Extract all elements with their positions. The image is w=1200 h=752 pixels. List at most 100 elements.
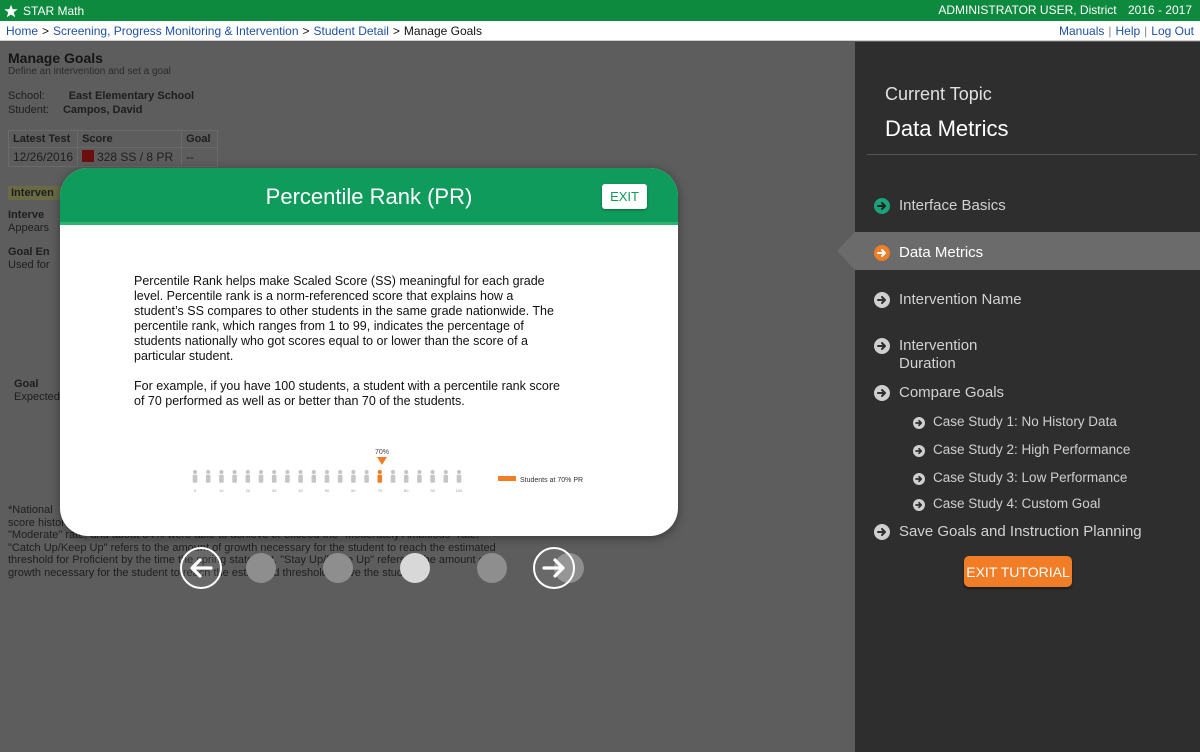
tick-label: 0: [194, 488, 197, 493]
topic-intervention-duration[interactable]: Intervention Duration: [874, 337, 977, 373]
col-latest-test: Latest Test: [7, 130, 79, 148]
person-icon: [192, 469, 198, 483]
person-icon: [258, 469, 264, 483]
appears-label: Appears: [8, 222, 49, 234]
arrow-circle-icon: [913, 473, 925, 485]
slide-dot[interactable]: [477, 553, 507, 583]
goal-end-label: Goal En: [8, 246, 50, 258]
score-cell: 328 SS / 8 PR: [77, 147, 183, 167]
person-icon: [311, 469, 317, 483]
exit-tutorial-button[interactable]: EXIT TUTORIAL: [964, 556, 1072, 587]
person-icon: [377, 469, 383, 483]
tick-label: 20: [246, 488, 251, 493]
legend-label: Students at 70% PR: [520, 477, 583, 484]
page-subtitle: Define an intervention and set a goal: [8, 66, 171, 77]
breadcrumb-bar: Home > Screening, Progress Monitoring & …: [0, 21, 1200, 41]
previous-slide-button[interactable]: [180, 547, 222, 589]
slide-dot[interactable]: [400, 553, 430, 583]
marker-label: 70%: [375, 449, 389, 456]
topic-case-study-4[interactable]: Case Study 4: Custom Goal: [913, 496, 1100, 511]
breadcrumb-current: Manage Goals: [403, 23, 482, 38]
app-logo: STAR Math: [0, 4, 84, 18]
tick-label: 70: [378, 488, 383, 493]
tutorial-panel: Current Topic Data Metrics Interface Bas…: [837, 42, 1200, 752]
tick-label: 100: [456, 488, 463, 493]
breadcrumb-student-detail[interactable]: Student Detail: [314, 24, 389, 38]
topic-compare-goals[interactable]: Compare Goals: [874, 384, 1004, 401]
current-arrow-icon: [874, 245, 890, 261]
topic-intervention-name[interactable]: Intervention Name: [874, 291, 1022, 308]
help-link[interactable]: Help: [1115, 24, 1140, 38]
top-links: Manuals | Help | Log Out: [1059, 24, 1194, 38]
current-topic-title: Data Metrics: [885, 116, 1009, 141]
modal-body: Percentile Rank helps make Scaled Score …: [134, 274, 564, 409]
modal-paragraph-1: Percentile Rank helps make Scaled Score …: [134, 274, 554, 363]
page-title: Manage Goals: [8, 50, 103, 66]
logout-link[interactable]: Log Out: [1151, 24, 1194, 38]
slide-dot[interactable]: [246, 553, 276, 583]
current-topic-label: Current Topic: [885, 84, 992, 104]
marker-arrow-icon: [377, 457, 387, 465]
used-for-label: Used for: [8, 259, 50, 271]
next-slide-button[interactable]: [533, 547, 575, 589]
star-logo-icon: [4, 4, 18, 17]
person-icon: [271, 469, 277, 483]
topic-case-study-3[interactable]: Case Study 3: Low Performance: [913, 470, 1127, 485]
school-row: School: East Elementary School: [8, 90, 195, 102]
tick-label: 90: [430, 488, 435, 493]
person-icon: [219, 469, 224, 483]
arrow-circle-icon: [913, 417, 925, 429]
topic-save-goals[interactable]: Save Goals and Instruction Planning: [874, 523, 1142, 540]
breadcrumb-separator: >: [392, 23, 400, 38]
active-topic-pointer: [837, 232, 855, 270]
school-name: East Elementary School: [68, 90, 195, 102]
student-row: Student: Campos, David: [8, 104, 143, 116]
school-year: 2016 - 2017: [1127, 3, 1192, 17]
slide-dot[interactable]: [323, 553, 353, 583]
arrow-circle-icon: [874, 338, 890, 354]
arrow-circle-icon: [874, 292, 890, 308]
arrow-circle-icon: [913, 499, 925, 511]
arrow-left-icon: [190, 558, 213, 578]
topic-case-study-2[interactable]: Case Study 2: High Performance: [913, 442, 1130, 457]
student-name: Campos, David: [62, 104, 143, 116]
person-icon: [285, 469, 290, 483]
person-icon: [232, 469, 237, 483]
user-name: ADMINISTRATOR USER, District: [938, 3, 1117, 17]
person-icon: [403, 469, 409, 483]
modal-paragraph-2: For example, if you have 100 students, a…: [134, 379, 560, 408]
percentile-rank-modal: Percentile Rank (PR) EXIT Percentile Ran…: [60, 168, 678, 536]
breadcrumb-screening[interactable]: Screening, Progress Monitoring & Interve…: [53, 24, 298, 38]
person-icon: [443, 469, 449, 483]
person-icon: [324, 469, 330, 483]
breadcrumb-separator: >: [42, 23, 50, 38]
person-icon: [417, 469, 422, 483]
topic-data-metrics[interactable]: Data Metrics: [874, 244, 983, 261]
legend-swatch: [498, 476, 516, 481]
modal-exit-button[interactable]: EXIT: [602, 184, 647, 209]
intervention-label: Interve: [8, 209, 45, 221]
manuals-link[interactable]: Manuals: [1059, 24, 1104, 38]
students-row: [192, 469, 462, 483]
person-icon: [351, 469, 356, 483]
tick-label: 10: [219, 488, 224, 493]
intervention-header: Interven: [8, 186, 68, 200]
person-icon: [456, 469, 462, 483]
topic-interface-basics[interactable]: Interface Basics: [874, 197, 1006, 214]
check-circle-icon: [874, 198, 890, 214]
app-name: STAR Math: [23, 3, 85, 18]
person-icon: [337, 469, 343, 483]
tick-label: 60: [351, 488, 356, 493]
arrow-right-icon: [542, 558, 565, 578]
person-icon: [390, 469, 396, 483]
topic-case-study-1[interactable]: Case Study 1: No History Data: [913, 414, 1117, 429]
percentile-figure: 70% 0 10 20 30 40 50 60 70 80 90 100 Students at 7…: [192, 449, 583, 493]
tick-label: 30: [272, 488, 277, 493]
person-icon: [205, 469, 211, 483]
score-indicator: [82, 150, 95, 162]
tick-label: 50: [325, 488, 330, 493]
divider: [867, 154, 1197, 155]
app-header: STAR Math ADMINISTRATOR USER, District 2…: [0, 0, 1200, 21]
user-info: ADMINISTRATOR USER, District 2016 - 2017: [938, 3, 1192, 17]
breadcrumb-home[interactable]: Home: [6, 24, 38, 38]
